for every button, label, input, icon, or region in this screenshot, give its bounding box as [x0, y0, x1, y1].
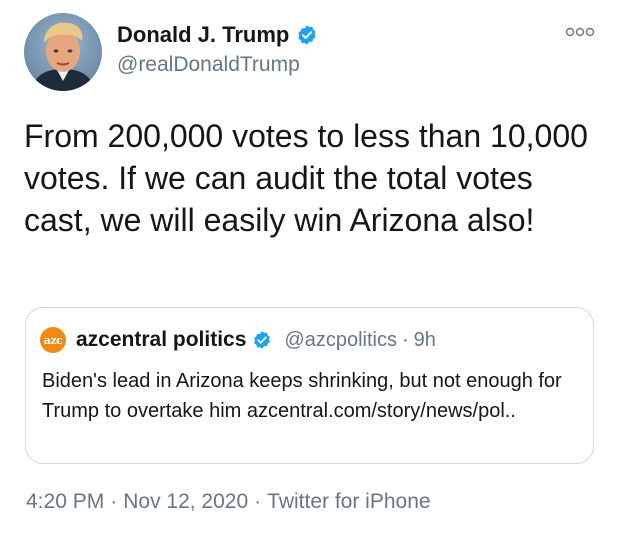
more-dots-icon: [565, 27, 595, 37]
quoted-separator: ·: [401, 328, 409, 351]
quoted-tweet-header: azc azcentral politics @azcpolitics · 9h: [40, 327, 436, 353]
author-avatar[interactable]: [24, 13, 102, 91]
tweet-meta: 4:20 PM · Nov 12, 2020 · Twitter for iPhone: [26, 490, 431, 514]
meta-separator: ·: [254, 490, 262, 513]
meta-separator: ·: [110, 490, 118, 513]
tweet-text: From 200,000 votes to less than 10,000 v…: [24, 118, 588, 238]
quoted-author-avatar[interactable]: azc: [40, 327, 66, 353]
tweet-time[interactable]: 4:20 PM: [26, 490, 104, 513]
quoted-timestamp[interactable]: 9h: [414, 329, 436, 352]
more-options-button[interactable]: [560, 22, 600, 42]
quoted-author-name[interactable]: azcentral politics: [76, 328, 246, 352]
quoted-tweet-card[interactable]: azc azcentral politics @azcpolitics · 9h…: [25, 307, 594, 464]
author-display-name[interactable]: Donald J. Trump: [117, 22, 289, 48]
tweet: Donald J. Trump @realDonaldTrump From 20…: [0, 0, 620, 536]
quoted-tweet-text: Biden's lead in Arizona keeps shrinking,…: [42, 370, 562, 422]
author-handle[interactable]: @realDonaldTrump: [117, 53, 300, 77]
quoted-verified-badge-icon: [254, 331, 271, 349]
profile-photo-icon: [24, 13, 102, 91]
tweet-date[interactable]: Nov 12, 2020: [123, 490, 248, 513]
verified-badge-icon: [296, 24, 318, 46]
author-name-row[interactable]: Donald J. Trump: [117, 22, 318, 48]
quoted-author-handle[interactable]: @azcpolitics: [284, 329, 397, 352]
azc-logo-text: azc: [43, 333, 63, 347]
tweet-source[interactable]: Twitter for iPhone: [267, 490, 430, 513]
